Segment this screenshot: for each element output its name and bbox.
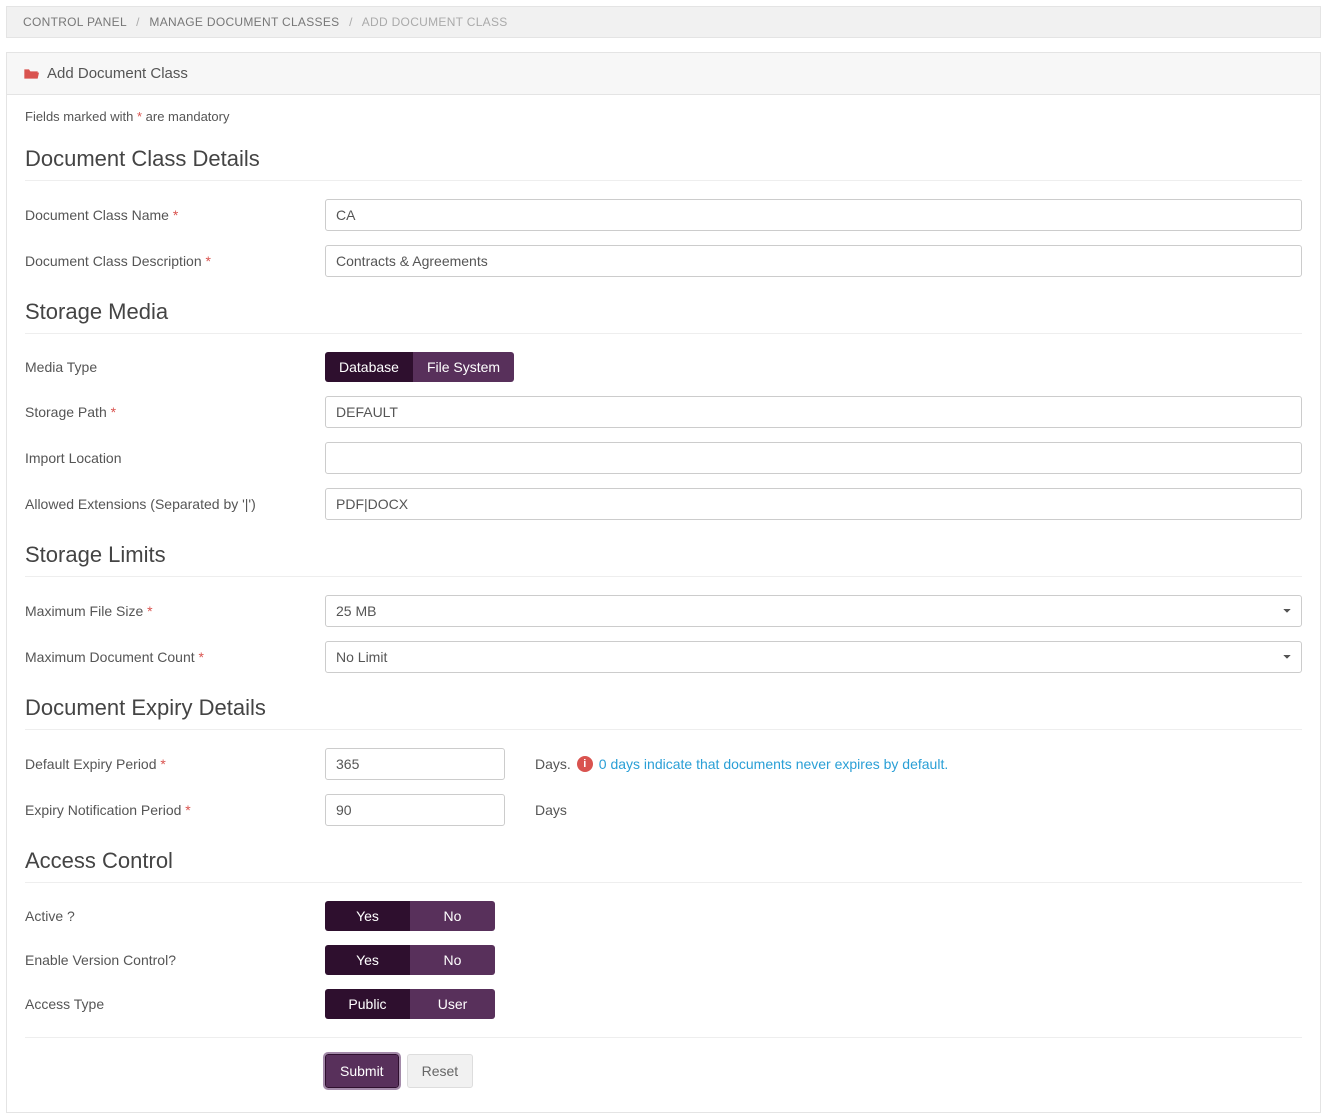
section-heading-details: Document Class Details [25, 146, 1302, 172]
divider [25, 1037, 1302, 1038]
expiry-info-text: 0 days indicate that documents never exp… [599, 756, 948, 772]
folder-open-icon [23, 67, 39, 81]
label-access-type: Access Type [25, 996, 325, 1012]
breadcrumb-manage-document-classes[interactable]: MANAGE DOCUMENT CLASSES [149, 15, 339, 29]
divider [25, 729, 1302, 730]
access-public[interactable]: Public [325, 989, 410, 1019]
document-class-description-input[interactable] [325, 245, 1302, 277]
active-no[interactable]: No [410, 901, 495, 931]
breadcrumb-separator: / [136, 15, 140, 29]
label-allowed-extensions: Allowed Extensions (Separated by '|') [25, 496, 325, 512]
media-type-toggle: Database File System [325, 352, 514, 382]
label-default-expiry: Default Expiry Period * [25, 756, 325, 772]
mandatory-note: Fields marked with * are mandatory [25, 109, 1302, 124]
form-actions: Submit Reset [325, 1054, 1302, 1088]
info-icon: i [577, 756, 593, 772]
section-heading-limits: Storage Limits [25, 542, 1302, 568]
import-location-input[interactable] [325, 442, 1302, 474]
allowed-extensions-input[interactable] [325, 488, 1302, 520]
divider [25, 576, 1302, 577]
document-class-name-input[interactable] [325, 199, 1302, 231]
breadcrumb-current: ADD DOCUMENT CLASS [362, 15, 508, 29]
submit-button[interactable]: Submit [325, 1054, 399, 1088]
divider [25, 882, 1302, 883]
access-type-toggle: Public User [325, 989, 495, 1019]
storage-path-input[interactable] [325, 396, 1302, 428]
divider [25, 180, 1302, 181]
active-toggle: Yes No [325, 901, 495, 931]
label-document-class-description: Document Class Description * [25, 253, 325, 269]
label-expiry-notification: Expiry Notification Period * [25, 802, 325, 818]
panel-header: Add Document Class [7, 53, 1320, 95]
label-max-file-size: Maximum File Size * [25, 603, 325, 619]
label-version-control: Enable Version Control? [25, 952, 325, 968]
version-no[interactable]: No [410, 945, 495, 975]
section-heading-expiry: Document Expiry Details [25, 695, 1302, 721]
label-max-document-count: Maximum Document Count * [25, 649, 325, 665]
media-type-filesystem[interactable]: File System [413, 352, 514, 382]
days-unit: Days [535, 802, 1302, 818]
expiry-hint: Days. i 0 days indicate that documents n… [535, 756, 1302, 772]
days-label: Days. [535, 756, 571, 772]
breadcrumb-separator: / [349, 15, 353, 29]
version-control-toggle: Yes No [325, 945, 495, 975]
media-type-database[interactable]: Database [325, 352, 413, 382]
label-active: Active ? [25, 908, 325, 924]
label-media-type: Media Type [25, 359, 325, 375]
label-document-class-name: Document Class Name * [25, 207, 325, 223]
access-user[interactable]: User [410, 989, 495, 1019]
breadcrumb: CONTROL PANEL / MANAGE DOCUMENT CLASSES … [6, 6, 1321, 38]
max-file-size-select[interactable]: 25 MB [325, 595, 1302, 627]
expiry-notification-input[interactable] [325, 794, 505, 826]
panel-title: Add Document Class [47, 65, 188, 82]
active-yes[interactable]: Yes [325, 901, 410, 931]
reset-button[interactable]: Reset [407, 1054, 474, 1088]
default-expiry-input[interactable] [325, 748, 505, 780]
section-heading-access: Access Control [25, 848, 1302, 874]
max-document-count-select[interactable]: No Limit [325, 641, 1302, 673]
panel-body: Fields marked with * are mandatory Docum… [7, 95, 1320, 1112]
label-import-location: Import Location [25, 450, 325, 466]
panel-add-document-class: Add Document Class Fields marked with * … [6, 52, 1321, 1113]
breadcrumb-control-panel[interactable]: CONTROL PANEL [23, 15, 126, 29]
version-yes[interactable]: Yes [325, 945, 410, 975]
divider [25, 333, 1302, 334]
label-storage-path: Storage Path * [25, 404, 325, 420]
section-heading-storage: Storage Media [25, 299, 1302, 325]
